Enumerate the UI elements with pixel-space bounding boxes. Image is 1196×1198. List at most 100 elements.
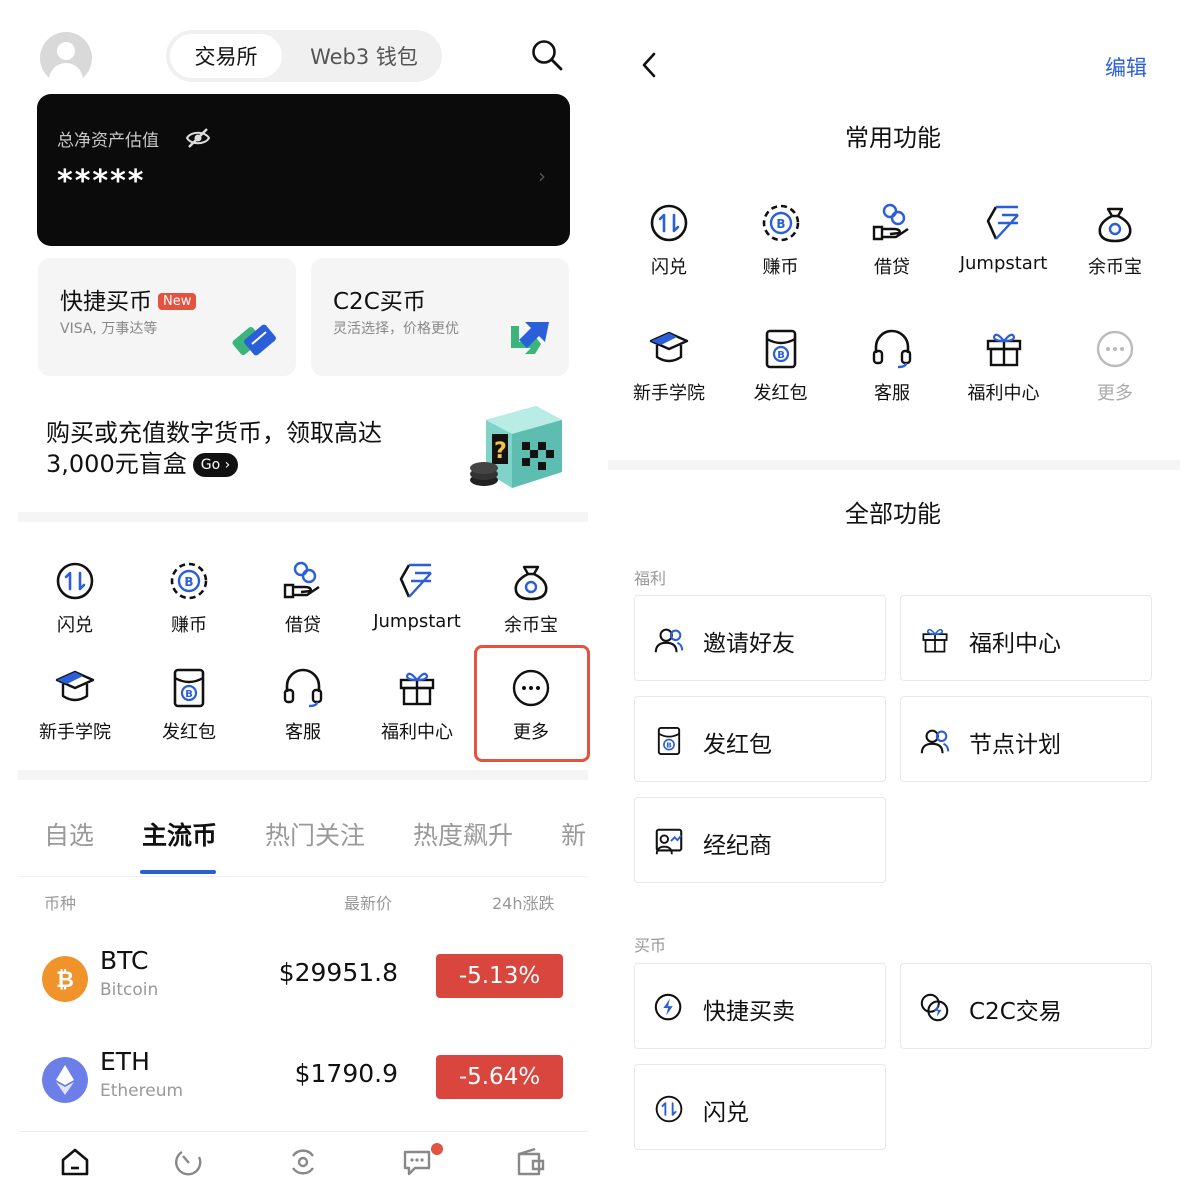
tile-swap[interactable]: 闪兑: [634, 1064, 886, 1150]
function-red-packet[interactable]: B 发红包: [134, 666, 244, 744]
swap-icon: [655, 1095, 683, 1123]
tab-web3-wallet[interactable]: Web3 钱包: [290, 34, 438, 78]
chevron-right-icon[interactable]: ›: [538, 164, 546, 188]
eye-off-icon[interactable]: [185, 127, 211, 149]
tile-label: 发红包: [703, 732, 772, 758]
promo-banner[interactable]: 购买或充值数字货币，领取高达 3,000元盲盒 Go ›: [46, 418, 456, 480]
function-label: 赚币: [762, 257, 799, 278]
quick-buy-title: 快捷买币 New: [60, 282, 197, 316]
asset-card[interactable]: 总净资产估值 ***** ›: [37, 94, 570, 246]
svg-text:B: B: [776, 217, 785, 231]
more-icon: [1096, 330, 1134, 368]
avatar-icon[interactable]: [40, 32, 92, 84]
tile-c2c[interactable]: C2C交易: [900, 963, 1152, 1049]
money-bag-icon: [1098, 207, 1132, 243]
wallet-icon[interactable]: [515, 1146, 547, 1178]
loan-icon: [872, 203, 909, 241]
function-swap[interactable]: 闪兑: [20, 559, 130, 637]
tile-label: C2C交易: [969, 999, 1062, 1025]
tab-new[interactable]: 新: [561, 816, 586, 856]
function-jumpstart[interactable]: Jumpstart: [949, 201, 1059, 274]
function-more[interactable]: 更多: [1060, 327, 1170, 405]
cards-icon: [232, 324, 276, 356]
function-earn-coin[interactable]: B 赚币: [726, 201, 836, 279]
all-functions-title: 全部功能: [845, 500, 941, 528]
function-label: 更多: [1097, 383, 1133, 404]
function-swap[interactable]: 闪兑: [614, 201, 724, 279]
function-graduation-cap[interactable]: 新手学院: [614, 327, 724, 405]
edit-button[interactable]: 编辑: [1105, 52, 1147, 82]
tab-exchange[interactable]: 交易所: [170, 34, 282, 78]
function-loan[interactable]: 借贷: [837, 201, 947, 279]
svg-text:B: B: [666, 741, 672, 750]
go-button[interactable]: Go ›: [192, 453, 239, 477]
divider: [18, 1131, 588, 1132]
tab-trending[interactable]: 热度飙升: [413, 816, 513, 856]
home-icon[interactable]: [59, 1146, 91, 1178]
swap-icon: [650, 204, 688, 242]
function-label: 发红包: [162, 722, 216, 743]
tile-red-packet[interactable]: B 发红包: [634, 696, 886, 782]
coin-symbol: ETH: [100, 1047, 150, 1076]
active-tab-indicator: [140, 870, 216, 874]
trade-icon[interactable]: [287, 1146, 319, 1178]
function-label: Jumpstart: [959, 253, 1048, 274]
function-gift[interactable]: 福利中心: [949, 327, 1059, 405]
jumpstart-icon: [986, 205, 1019, 240]
c2c-buy-card[interactable]: C2C买币 灵活选择，价格更优: [311, 258, 569, 376]
function-label: 福利中心: [381, 722, 453, 743]
function-earn-coin[interactable]: B 赚币: [134, 559, 244, 637]
c2c-icon: [920, 993, 949, 1022]
svg-text:₿: ₿: [56, 968, 74, 993]
home-screen: 交易所 Web3 钱包 总净资产估值 ***** › 快捷买币 New VISA,…: [0, 0, 604, 1198]
tile-invite-friends[interactable]: 邀请好友: [634, 595, 886, 681]
tile-quick-trade[interactable]: 快捷买卖: [634, 963, 886, 1049]
function-headset[interactable]: 客服: [837, 327, 947, 405]
more-highlight-box: [474, 645, 590, 762]
c2c-buy-subtitle: 灵活选择，价格更优: [333, 321, 459, 337]
money-bag-icon: [514, 565, 548, 601]
node-plan-icon: [920, 729, 950, 754]
messages-icon[interactable]: [401, 1146, 433, 1178]
tab-hot[interactable]: 热门关注: [265, 816, 365, 856]
function-jumpstart[interactable]: Jumpstart: [362, 559, 472, 632]
red-packet-icon: B: [765, 329, 796, 369]
headset-icon: [283, 668, 323, 708]
loan-icon: [283, 561, 320, 599]
tile-gift[interactable]: 福利中心: [900, 595, 1152, 681]
function-graduation-cap[interactable]: 新手学院: [20, 666, 130, 744]
asset-label: 总净资产估值: [57, 131, 159, 151]
c2c-buy-title: C2C买币: [333, 289, 426, 315]
change-badge[interactable]: -5.64%: [436, 1055, 563, 1099]
group-label-buy: 买币: [634, 936, 667, 955]
function-label: 闪兑: [651, 257, 687, 278]
function-money-bag[interactable]: 余币宝: [1060, 201, 1170, 279]
function-gift[interactable]: 福利中心: [362, 666, 472, 744]
functions-screen: 编辑 常用功能 闪兑 B 赚币 借贷 Jumpstart 余币宝 新手学院 B 发红包 客服 福利中…: [608, 0, 1196, 1198]
coin-price: $29951.8: [278, 958, 398, 987]
tile-node-plan[interactable]: 节点计划: [900, 696, 1152, 782]
back-icon[interactable]: [638, 50, 660, 80]
table-row[interactable]: ₿ BTC Bitcoin $29951.8 -5.13%: [18, 944, 588, 1024]
table-row[interactable]: ETH Ethereum $1790.9 -5.64%: [18, 1045, 588, 1125]
tab-favorites[interactable]: 自选: [44, 816, 94, 856]
quick-trade-icon: [654, 993, 682, 1021]
change-badge[interactable]: -5.13%: [436, 954, 563, 998]
tab-mainstream[interactable]: 主流币: [142, 816, 217, 856]
tile-broker[interactable]: 经纪商: [634, 797, 886, 883]
broker-icon: [655, 828, 683, 855]
coin-name: Bitcoin: [100, 980, 159, 1000]
function-label: 发红包: [753, 383, 808, 404]
function-money-bag[interactable]: 余币宝: [476, 559, 586, 637]
tile-label: 闪兑: [703, 1100, 749, 1126]
gift-icon: [986, 333, 1021, 367]
function-headset[interactable]: 客服: [248, 666, 358, 744]
quick-buy-card[interactable]: 快捷买币 New VISA, 万事达等: [38, 258, 296, 376]
tile-label: 福利中心: [969, 631, 1061, 657]
markets-icon[interactable]: [173, 1146, 205, 1178]
function-loan[interactable]: 借贷: [248, 559, 358, 637]
divider: [608, 460, 1180, 470]
coin-name: Ethereum: [100, 1081, 184, 1101]
function-red-packet[interactable]: B 发红包: [726, 327, 836, 405]
search-icon[interactable]: [530, 38, 564, 72]
